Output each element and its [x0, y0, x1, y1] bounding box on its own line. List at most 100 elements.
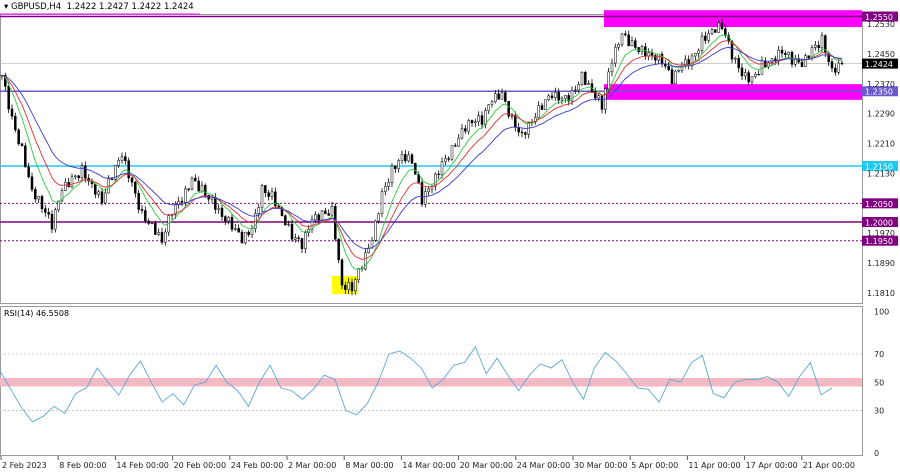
price-tick-label: 1.2450 [867, 50, 895, 59]
candle-body [124, 156, 127, 161]
rsi-tick-label: 70 [874, 350, 884, 359]
candle-body [80, 165, 84, 178]
price-tick-label: 1.1890 [867, 259, 895, 268]
candle-body [177, 200, 180, 205]
candle-body [137, 193, 140, 210]
candle-body [380, 191, 384, 215]
ma-mid-line [1, 40, 843, 260]
candle-body [657, 53, 660, 61]
candle-body [34, 189, 37, 200]
candle-body [650, 52, 654, 56]
candle-body [467, 120, 470, 132]
candle-body [550, 95, 554, 98]
candle-body [440, 161, 444, 176]
candle-body [460, 128, 464, 139]
time-label: 2 Mar 00:00 [288, 461, 336, 470]
candle-body [30, 176, 34, 190]
candle-body [830, 61, 834, 69]
candle-body [134, 182, 137, 194]
candle-body [120, 156, 124, 161]
time-label: 8 Feb 00:00 [59, 461, 106, 470]
candle-body [514, 115, 517, 128]
candle-body [784, 53, 787, 55]
price-tick-label: 1.2130 [867, 169, 895, 178]
candle-body [510, 115, 514, 117]
time-label: 2 Feb 2023 [2, 461, 47, 470]
candle-body [10, 108, 14, 117]
candle-body [214, 197, 217, 210]
price-tick-label: 1.2290 [867, 110, 895, 119]
candle-body [157, 232, 160, 235]
candle-body [804, 55, 807, 67]
candle-body [337, 238, 340, 261]
candle-body [110, 178, 114, 180]
price-tick-label: 1.1970 [867, 229, 895, 238]
candle-body [750, 76, 754, 83]
candle-body [197, 180, 200, 192]
candle-body [817, 44, 820, 49]
candle-body [674, 70, 677, 85]
candle-body [444, 158, 447, 163]
candle-body [627, 34, 630, 47]
level-label: 1.2000 [865, 219, 893, 228]
price-tick-label: 1.1810 [867, 289, 895, 298]
candle-body [464, 128, 467, 132]
candle-body [540, 105, 544, 110]
time-label: 30 Mar 00:00 [574, 461, 627, 470]
candle-body [47, 212, 50, 215]
candle-body [344, 284, 347, 290]
candle-body [390, 165, 394, 183]
time-label: 24 Feb 00:00 [231, 461, 283, 470]
candle-body [710, 29, 714, 34]
candle-body [437, 173, 440, 176]
candle-body [144, 210, 147, 222]
candle-body [707, 33, 710, 41]
candle-body [54, 209, 57, 230]
candle-body [154, 222, 157, 235]
candle-body [587, 83, 590, 85]
candle-body [577, 84, 580, 91]
candle-body [700, 35, 704, 51]
candle-body [74, 175, 77, 178]
candle-body [7, 86, 10, 110]
candle-body [820, 35, 824, 49]
candle-body [800, 61, 804, 67]
candle-body [647, 52, 650, 57]
candle-body [477, 115, 480, 122]
candle-body [357, 268, 360, 280]
candle-body [354, 279, 357, 292]
candle-body [494, 93, 497, 103]
candle-body [670, 69, 674, 85]
candle-body [667, 65, 670, 70]
chart-header: ▾ GBPUSD,H4 1.2422 1.2427 1.2422 1.2424 [4, 2, 194, 12]
chart-canvas[interactable]: 1.25501.23501.21501.20501.20001.19501.24… [0, 0, 900, 473]
candle-body [64, 182, 67, 191]
candle-body [180, 200, 184, 203]
candle-body [330, 206, 334, 216]
candle-body [597, 95, 600, 99]
collapse-triangle-icon[interactable]: ▾ [4, 2, 8, 12]
candle-body [630, 40, 634, 47]
candle-body [840, 62, 844, 65]
ma-fast-line [1, 34, 843, 270]
candle-body [220, 207, 224, 217]
candle-body [187, 188, 190, 190]
candle-body [394, 165, 397, 169]
candle-body [27, 166, 30, 178]
candle-body [244, 231, 247, 244]
time-label: 20 Feb 00:00 [174, 461, 226, 470]
time-label: 24 Mar 00:00 [517, 461, 570, 470]
candle-body [717, 22, 720, 33]
candle-body [44, 208, 47, 213]
candle-body [327, 213, 330, 216]
candle-body [50, 214, 54, 230]
candle-body [610, 62, 614, 73]
ohlc-values: 1.2422 1.2427 1.2422 1.2424 [66, 2, 194, 12]
candle-body [424, 191, 427, 205]
time-label: 8 Mar 00:00 [345, 461, 393, 470]
candle-body [317, 214, 320, 222]
candle-body [384, 186, 387, 192]
candle-body [780, 49, 784, 54]
candle-body [94, 183, 97, 195]
rsi-tick-label: 0 [874, 449, 879, 458]
